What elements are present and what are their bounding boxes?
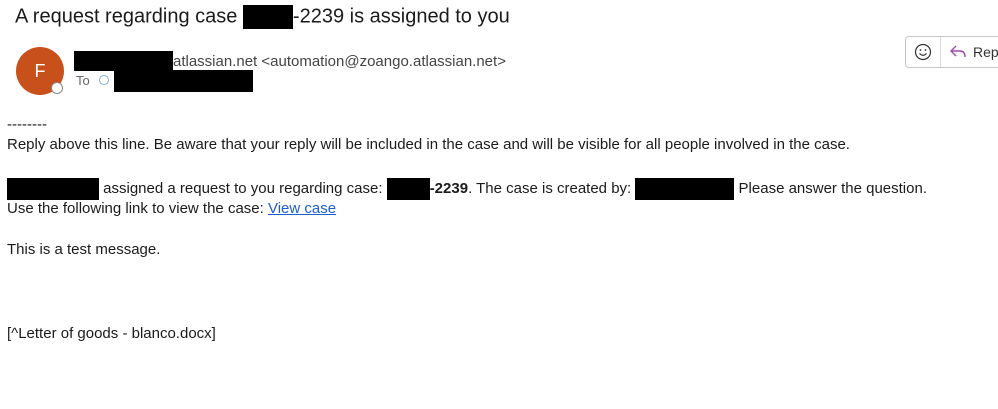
- created-by-text: . The case is created by:: [468, 179, 636, 197]
- link-line: Use the following link to view the case:…: [7, 200, 336, 217]
- subject-suffix: -2239 is assigned to you: [292, 5, 510, 28]
- link-intro: Use the following link to view the case:: [7, 200, 268, 217]
- redacted-case-id: [242, 5, 293, 29]
- assignment-line: assigned a request to you regarding case…: [7, 178, 927, 200]
- emoji-reaction-button[interactable]: [906, 37, 941, 67]
- test-message: This is a test message.: [7, 241, 161, 258]
- case-number: -2239: [429, 179, 469, 197]
- reply-notice: Reply above this line. Be aware that you…: [7, 136, 850, 153]
- recipient-presence-icon: [99, 75, 109, 85]
- smiley-icon: [914, 43, 932, 61]
- presence-status-icon: [51, 82, 63, 94]
- redacted-sender-name: [74, 51, 173, 71]
- subject-prefix: A request regarding case: [15, 5, 243, 28]
- reply-button[interactable]: Repl: [941, 37, 998, 67]
- email-subject: A request regarding case -2239 is assign…: [15, 5, 510, 29]
- avatar-letter: F: [34, 61, 46, 81]
- assigned-text: assigned a request to you regarding case…: [99, 179, 387, 197]
- separator-line: --------: [7, 116, 47, 133]
- redacted-creator: [635, 178, 735, 200]
- reply-label: Repl: [973, 44, 998, 60]
- redacted-assigner: [7, 178, 99, 200]
- sender-address[interactable]: atlassian.net <automation@zoango.atlassi…: [173, 53, 506, 70]
- to-label: To: [76, 73, 90, 88]
- message-actions: Repl: [905, 36, 998, 68]
- redacted-case-prefix: [386, 178, 430, 200]
- please-answer-text: Please answer the question.: [734, 179, 927, 197]
- redacted-recipient[interactable]: [114, 70, 253, 92]
- reply-arrow-icon: [950, 45, 966, 58]
- attachment-reference: [^Letter of goods - blanco.docx]: [7, 325, 216, 342]
- view-case-link[interactable]: View case: [268, 200, 336, 217]
